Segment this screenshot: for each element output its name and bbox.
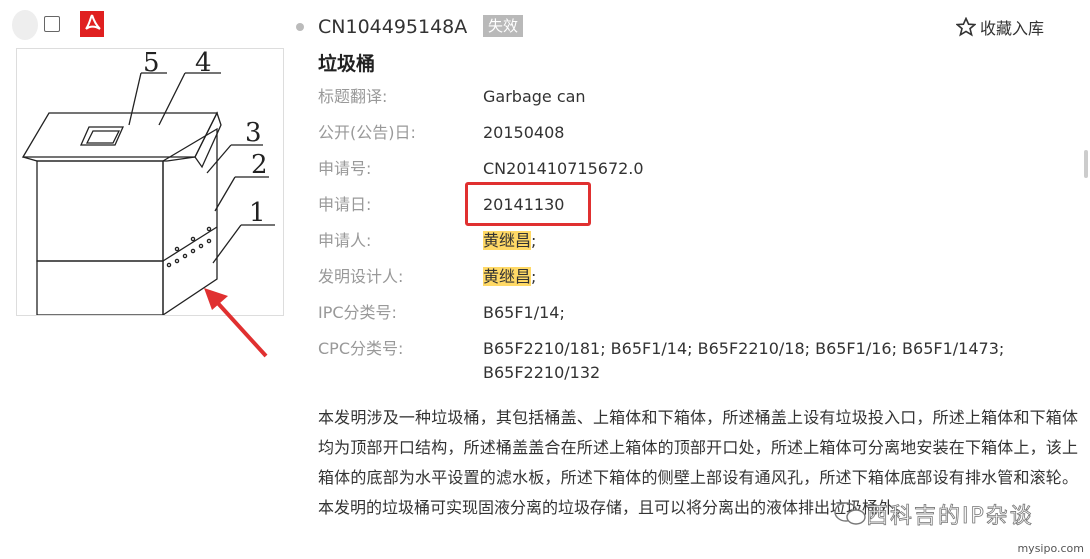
drawing-label: 3 (245, 118, 262, 148)
field-value[interactable]: B65F1/14; (483, 301, 1088, 325)
field-label: 申请号: (318, 159, 372, 178)
status-badge: 失效 (483, 15, 524, 37)
garbage-can-drawing: 5 4 3 2 1 (21, 48, 275, 317)
drawing-label: 1 (249, 198, 266, 228)
avatar (12, 10, 38, 40)
field-value[interactable]: B65F2210/181; B65F1/14; B65F2210/18; B65… (483, 337, 1088, 385)
watermark-text: 西科吉的IP杂谈 (866, 504, 1034, 530)
separator: ; (531, 267, 537, 286)
field-label: 申请日: (318, 195, 372, 214)
favorite-label: 收藏入库 (980, 19, 1045, 38)
pdf-icon[interactable] (80, 11, 104, 37)
applicant-link[interactable]: 黄继昌 (483, 231, 532, 250)
select-checkbox[interactable] (44, 16, 60, 32)
scrollbar-thumb[interactable] (1084, 150, 1088, 178)
field-value: CN201410715672.0 (483, 159, 644, 178)
red-highlight-box (465, 182, 591, 226)
field-label: 标题翻译: (318, 87, 388, 106)
field-label: 发明设计人: (318, 267, 404, 286)
field-value: 20150408 (483, 123, 565, 142)
drawing-label: 5 (143, 49, 160, 78)
field-value: 黄继昌; (483, 265, 1088, 289)
drawing-label: 2 (251, 150, 268, 180)
separator: ; (531, 231, 537, 250)
publication-number[interactable]: CN104495148A (318, 14, 467, 40)
patent-title[interactable]: 垃圾桶 (318, 49, 375, 76)
field-label: CPC分类号: (318, 339, 404, 358)
field-label: IPC分类号: (318, 303, 397, 322)
site-watermark: mysipo.com (1017, 542, 1084, 555)
wechat-icon (834, 502, 866, 525)
field-label: 申请人: (318, 231, 372, 250)
field-value: Garbage can (483, 87, 586, 106)
watermark: 西科吉的IP杂谈 (834, 498, 1034, 530)
patent-drawing-thumbnail[interactable]: 5 4 3 2 1 (16, 48, 284, 317)
field-value: 黄继昌; (483, 229, 1088, 253)
star-outline-icon (956, 17, 976, 37)
field-label: 公开(公告)日: (318, 123, 416, 142)
drawing-label: 4 (195, 49, 212, 78)
list-bullet (296, 23, 304, 31)
favorite-button[interactable]: 收藏入库 (956, 15, 1044, 39)
inventor-link[interactable]: 黄继昌 (483, 267, 532, 286)
